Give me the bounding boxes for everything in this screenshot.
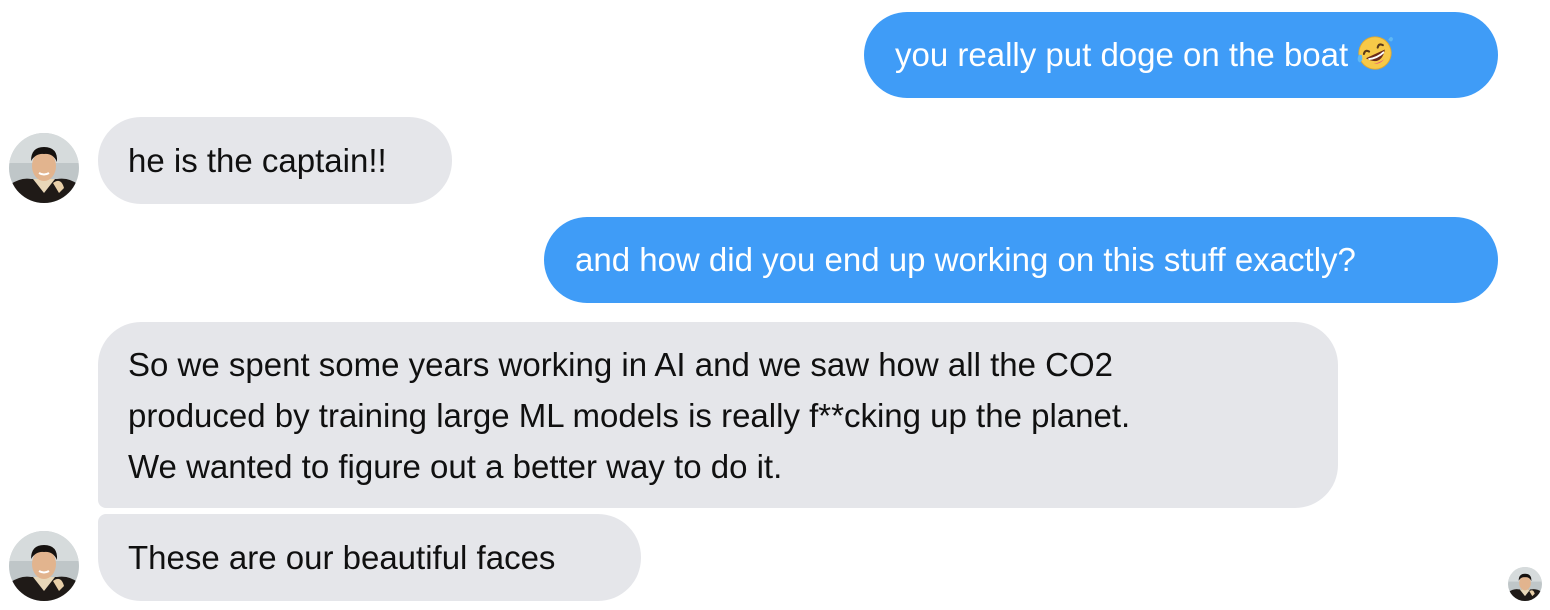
message-bubble-incoming[interactable]: So we spent some years working in AI and… <box>98 322 1338 508</box>
contact-avatar[interactable] <box>9 133 79 203</box>
chat-thread: you really put doge on the boat he is th… <box>0 0 1550 610</box>
rolling-on-floor-laughing-icon <box>1357 36 1394 70</box>
read-receipt-avatar <box>1508 567 1542 601</box>
contact-avatar[interactable] <box>9 531 79 601</box>
message-bubble-incoming[interactable]: he is the captain!! <box>98 117 452 204</box>
message-text-line: We wanted to figure out a better way to … <box>128 448 783 485</box>
message-text: and how did you end up working on this s… <box>575 241 1356 278</box>
message-text: you really put doge on the boat <box>895 36 1349 73</box>
message-text-line: So we spent some years working in AI and… <box>128 346 1113 383</box>
message-bubble-outgoing[interactable]: and how did you end up working on this s… <box>544 217 1498 303</box>
message-bubble-incoming[interactable]: These are our beautiful faces <box>98 514 641 601</box>
message-text: he is the captain!! <box>128 142 387 179</box>
message-text: These are our beautiful faces <box>128 539 556 576</box>
message-text-line: produced by training large ML models is … <box>128 397 1131 434</box>
message-bubble-outgoing[interactable]: you really put doge on the boat <box>864 12 1498 98</box>
